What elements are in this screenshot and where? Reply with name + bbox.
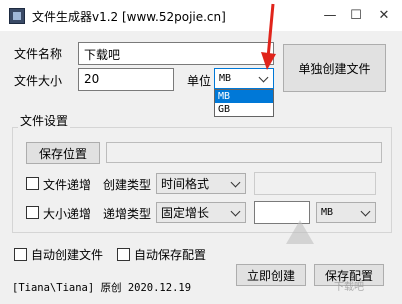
app-icon bbox=[9, 8, 25, 24]
maximize-icon: ☐ bbox=[350, 7, 362, 23]
unit-select-value: MB bbox=[219, 73, 232, 84]
filename-input[interactable]: 下载吧 bbox=[78, 42, 274, 65]
save-location-field[interactable] bbox=[106, 142, 382, 163]
credit-text: [Tiana\Tiana] 原创 2020.12.19 bbox=[12, 282, 192, 294]
annotation-arrow-icon bbox=[261, 3, 276, 70]
close-button[interactable]: ✕ bbox=[372, 4, 396, 26]
filesize-label: 文件大小 bbox=[14, 74, 63, 88]
title-bar: 文件生成器v1.2 [www.52pojie.cn] — ☐ ✕ bbox=[0, 0, 402, 31]
chevron-down-icon bbox=[230, 177, 241, 188]
size-increment-checkbox[interactable] bbox=[26, 206, 39, 219]
watermark-text: 下载吧 bbox=[334, 282, 364, 293]
save-location-button[interactable]: 保存位置 bbox=[26, 142, 100, 164]
increment-type-select[interactable]: 固定增长 bbox=[156, 202, 246, 223]
time-format-field bbox=[254, 172, 376, 195]
file-increment-label: 文件递增 bbox=[43, 178, 92, 192]
auto-save-config-label: 自动保存配置 bbox=[134, 248, 207, 262]
create-single-file-button[interactable]: 单独创建文件 bbox=[283, 44, 386, 92]
unit-dropdown-list: MB GB bbox=[214, 89, 274, 117]
chevron-down-icon bbox=[258, 72, 269, 83]
minimize-button[interactable]: — bbox=[318, 4, 342, 26]
close-icon: ✕ bbox=[378, 7, 390, 23]
window-title: 文件生成器v1.2 [www.52pojie.cn] bbox=[32, 10, 226, 24]
increment-unit-value: MB bbox=[321, 207, 334, 218]
chevron-down-icon bbox=[230, 206, 241, 217]
increment-type-label: 递增类型 bbox=[103, 207, 152, 221]
auto-create-checkbox[interactable] bbox=[14, 248, 27, 261]
create-type-value: 时间格式 bbox=[161, 177, 210, 191]
filesize-input[interactable]: 20 bbox=[78, 68, 174, 91]
auto-save-config-checkbox[interactable] bbox=[117, 248, 130, 261]
create-type-select[interactable]: 时间格式 bbox=[156, 173, 246, 194]
increment-type-value: 固定增长 bbox=[161, 206, 210, 220]
unit-option-mb[interactable]: MB bbox=[215, 90, 273, 103]
unit-label: 单位 bbox=[187, 74, 212, 88]
file-increment-checkbox[interactable] bbox=[26, 177, 39, 190]
watermark-logo bbox=[268, 220, 332, 270]
size-increment-label: 大小递增 bbox=[43, 207, 92, 221]
minimize-icon: — bbox=[323, 7, 337, 23]
create-type-label: 创建类型 bbox=[103, 178, 152, 192]
file-settings-label: 文件设置 bbox=[18, 112, 71, 129]
unit-option-gb[interactable]: GB bbox=[215, 103, 273, 116]
filename-label: 文件名称 bbox=[14, 47, 63, 61]
auto-create-label: 自动创建文件 bbox=[31, 248, 104, 262]
chevron-down-icon bbox=[360, 206, 371, 217]
maximize-button[interactable]: ☐ bbox=[344, 4, 368, 26]
